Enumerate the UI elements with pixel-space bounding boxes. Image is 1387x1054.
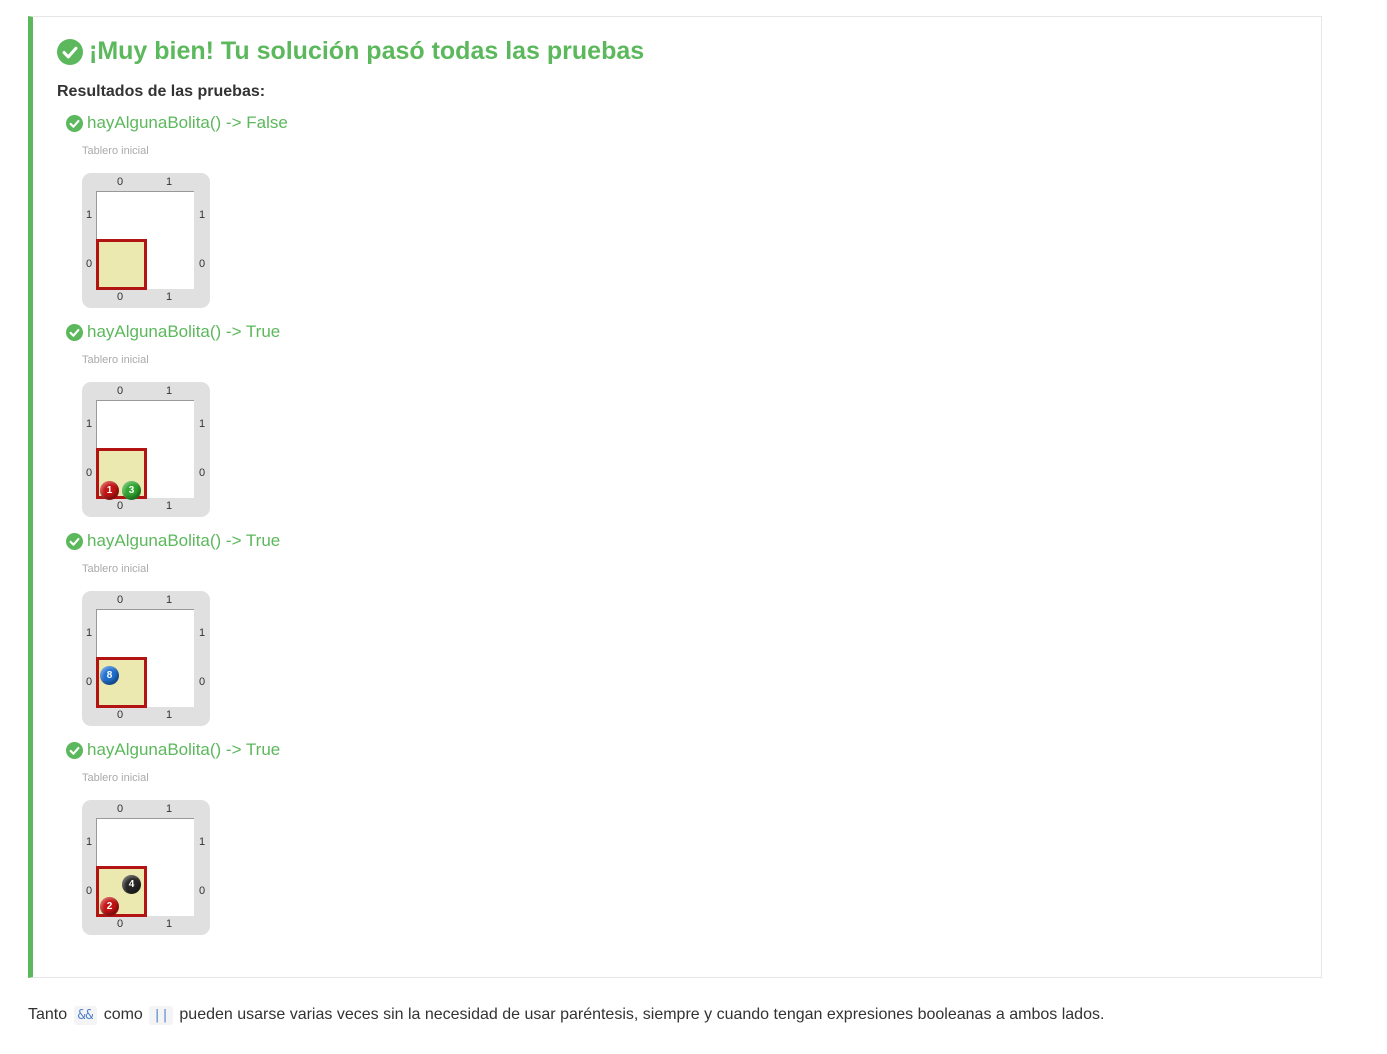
red-ball: 2 xyxy=(100,897,119,916)
row-coordinate: 0 xyxy=(85,258,93,270)
board-label: Tablero inicial xyxy=(82,354,149,366)
board-cell xyxy=(145,819,194,868)
board-grid: 8 xyxy=(96,609,194,708)
board-grid: 13 xyxy=(96,400,194,500)
column-coordinate: 0 xyxy=(116,709,124,721)
footer-text-2: como xyxy=(103,1006,143,1023)
board-label: Tablero inicial xyxy=(82,563,149,575)
column-coordinate: 0 xyxy=(116,176,124,188)
board-cell xyxy=(145,192,194,241)
gobstones-board: 0011110013 xyxy=(82,382,210,517)
or-operator-code: || xyxy=(149,1006,173,1025)
board-cell xyxy=(145,401,194,450)
check-circle-icon xyxy=(57,38,83,65)
row-coordinate: 0 xyxy=(85,467,93,479)
row-coordinate: 1 xyxy=(198,836,206,848)
check-circle-icon xyxy=(66,323,83,341)
row-coordinate: 0 xyxy=(198,258,206,270)
board-cell xyxy=(97,819,146,868)
board-label: Tablero inicial xyxy=(82,145,149,157)
row-coordinate: 1 xyxy=(198,418,206,430)
column-coordinate: 0 xyxy=(116,803,124,815)
results-panel: ¡Muy bien! Tu solución pasó todas las pr… xyxy=(28,16,1322,978)
row-coordinate: 1 xyxy=(85,836,93,848)
row-coordinate: 0 xyxy=(198,676,206,688)
check-circle-icon xyxy=(66,741,83,759)
column-coordinate: 0 xyxy=(116,594,124,606)
row-coordinate: 0 xyxy=(198,885,206,897)
blue-ball: 8 xyxy=(100,666,119,685)
row-coordinate: 1 xyxy=(85,418,93,430)
row-coordinate: 0 xyxy=(198,467,206,479)
board-cell xyxy=(145,449,194,498)
board-cell xyxy=(145,240,194,289)
column-coordinate: 1 xyxy=(165,594,173,606)
column-coordinate: 1 xyxy=(165,918,173,930)
gobstones-board: 0011110042 xyxy=(82,800,210,935)
gobstones-board: 001111008 xyxy=(82,591,210,726)
board-cell xyxy=(145,867,194,916)
black-ball: 4 xyxy=(122,875,141,894)
column-coordinate: 0 xyxy=(116,918,124,930)
row-coordinate: 1 xyxy=(85,627,93,639)
column-coordinate: 1 xyxy=(165,291,173,303)
board-cell xyxy=(145,610,194,659)
test-title-text: hayAlgunaBolita() -> True xyxy=(87,531,281,550)
success-heading: ¡Muy bien! Tu solución pasó todas las pr… xyxy=(57,37,644,66)
results-subtitle: Resultados de las pruebas: xyxy=(57,83,266,100)
test-title-text: hayAlgunaBolita() -> False xyxy=(87,113,288,132)
test-result: hayAlgunaBolita() -> False Tablero inicia… xyxy=(66,113,466,322)
test-title: hayAlgunaBolita() -> True xyxy=(66,531,280,551)
test-title-text: hayAlgunaBolita() -> True xyxy=(87,322,281,341)
column-coordinate: 1 xyxy=(165,500,173,512)
column-coordinate: 0 xyxy=(116,385,124,397)
row-coordinate: 0 xyxy=(85,676,93,688)
board-label: Tablero inicial xyxy=(82,772,149,784)
row-coordinate: 0 xyxy=(85,885,93,897)
success-title: ¡Muy bien! Tu solución pasó todas las pr… xyxy=(89,37,645,65)
test-result: hayAlgunaBolita() -> True Tablero inicial… xyxy=(66,531,466,740)
row-coordinate: 1 xyxy=(198,627,206,639)
board-cell xyxy=(97,401,146,450)
and-operator-code: && xyxy=(73,1006,98,1025)
gobstones-board: 0 0 1 1 1 1 0 0 xyxy=(82,173,210,308)
board-cell xyxy=(97,192,146,241)
footer-text-1: Tanto xyxy=(28,1006,68,1023)
test-result: hayAlgunaBolita() -> True Tablero inicial… xyxy=(66,322,466,531)
red-ball: 1 xyxy=(100,481,119,500)
test-title: hayAlgunaBolita() -> True xyxy=(66,322,280,342)
board-grid: 42 xyxy=(96,818,194,917)
row-coordinate: 1 xyxy=(198,209,206,221)
test-title-text: hayAlgunaBolita() -> True xyxy=(87,740,281,759)
check-circle-icon xyxy=(66,114,83,132)
explanation-paragraph: Tanto && como || pueden usarse varias ve… xyxy=(28,1004,1104,1027)
check-circle-icon xyxy=(66,532,83,550)
board-cell xyxy=(145,658,194,707)
test-title: hayAlgunaBolita() -> True xyxy=(66,740,280,760)
column-coordinate: 0 xyxy=(116,291,124,303)
test-result: hayAlgunaBolita() -> True Tablero inicial… xyxy=(66,740,466,949)
row-coordinate: 1 xyxy=(85,209,93,221)
column-coordinate: 0 xyxy=(116,500,124,512)
head-cell xyxy=(96,239,147,290)
column-coordinate: 1 xyxy=(165,709,173,721)
column-coordinate: 1 xyxy=(165,803,173,815)
test-title: hayAlgunaBolita() -> False xyxy=(66,113,288,133)
green-ball: 3 xyxy=(122,481,141,500)
board-cell xyxy=(97,610,146,659)
footer-text-3: pueden usarse varias veces sin la necesi… xyxy=(179,1006,1105,1023)
column-coordinate: 1 xyxy=(165,385,173,397)
column-coordinate: 1 xyxy=(165,176,173,188)
board-grid xyxy=(96,191,194,290)
